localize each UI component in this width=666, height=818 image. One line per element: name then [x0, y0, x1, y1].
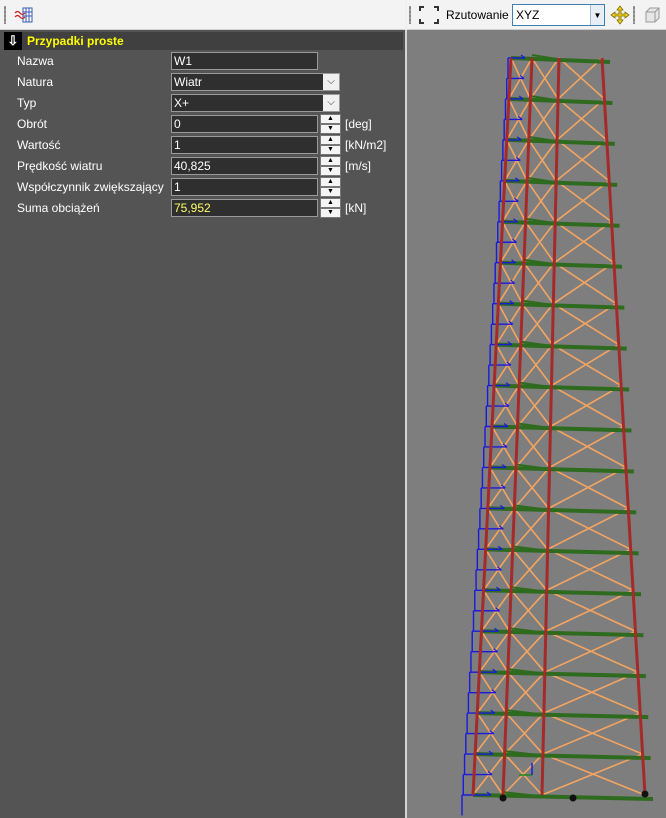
spin-up-icon[interactable]: ▲: [320, 198, 341, 208]
row-natura: Natura Wiatr ⌵: [0, 72, 405, 93]
nature-value: Wiatr: [174, 75, 202, 89]
beam-member: [498, 301, 625, 310]
row-label: Obrót: [17, 117, 48, 131]
main-toolbar: [0, 0, 405, 30]
selection-frame-icon[interactable]: [417, 3, 441, 27]
spin-up-icon[interactable]: ▲: [320, 135, 341, 145]
row-wspolczynnik: Współczynnik zwiększający 1 ▲ ▼: [0, 177, 405, 198]
view-toolbar-grip-2[interactable]: [633, 6, 635, 24]
spin-down-icon[interactable]: ▼: [320, 208, 341, 218]
row-label: Typ: [17, 96, 37, 110]
beam-member: [500, 260, 623, 269]
beam-member: [491, 424, 632, 433]
collapse-arrow-icon[interactable]: ⇩: [4, 32, 22, 50]
factor-spinner[interactable]: ▲ ▼: [320, 177, 341, 198]
beam-member: [496, 342, 627, 351]
row-label: Suma obciążeń: [17, 201, 100, 215]
row-nazwa: Nazwa W1: [0, 51, 405, 72]
unit-label: [kN/m2]: [345, 138, 387, 152]
row-suma: Suma obciążeń 75,952 ▲ ▼ [kN]: [0, 198, 405, 219]
wave-grid-icon[interactable]: [12, 3, 36, 27]
support-node: [641, 790, 649, 798]
properties-panel: ⇩ Przypadki proste Nazwa W1 Natura Wiatr…: [0, 30, 405, 818]
row-obrot: Obrót 0 ▲ ▼ [deg]: [0, 114, 405, 135]
beam-member: [485, 547, 639, 556]
row-predkosc: Prędkość wiatru 40,825 ▲ ▼ [m/s]: [0, 156, 405, 177]
support-node: [569, 794, 577, 802]
chevron-down-icon[interactable]: ⌵: [323, 74, 339, 90]
spin-up-icon[interactable]: ▲: [320, 177, 341, 187]
spin-up-icon[interactable]: ▲: [320, 156, 341, 166]
load-sum-spinner[interactable]: ▲ ▼: [320, 198, 341, 219]
projection-value: XYZ: [516, 8, 540, 22]
unit-label: [deg]: [345, 117, 372, 131]
view-toolbar: Rzutowanie XYZ ▼: [407, 0, 666, 30]
beam-member: [481, 629, 644, 638]
beam-member: [483, 588, 642, 597]
unit-label: [kN]: [345, 201, 367, 215]
spin-down-icon[interactable]: ▼: [320, 187, 341, 197]
beam-member: [487, 506, 637, 515]
support-node: [499, 794, 507, 802]
type-dropdown[interactable]: X+ ⌵: [171, 94, 340, 112]
toolbar-grip[interactable]: [4, 6, 6, 24]
spin-down-icon[interactable]: ▼: [320, 124, 341, 134]
load-sum-input[interactable]: 75,952: [171, 199, 318, 217]
row-label: Nazwa: [17, 54, 54, 68]
beam-member: [489, 465, 634, 474]
rotation-spinner[interactable]: ▲ ▼: [320, 114, 341, 135]
nature-dropdown[interactable]: Wiatr ⌵: [171, 73, 340, 91]
row-label: Wartość: [17, 138, 61, 152]
view-toolbar-grip[interactable]: [409, 6, 411, 24]
value-input[interactable]: 1: [171, 136, 318, 154]
section-header[interactable]: ⇩ Przypadki proste: [4, 32, 403, 50]
rotation-input[interactable]: 0: [171, 115, 318, 133]
spin-down-icon[interactable]: ▼: [320, 166, 341, 176]
beam-member: [504, 178, 618, 187]
unit-label: [m/s]: [345, 159, 371, 173]
wind-speed-spinner[interactable]: ▲ ▼: [320, 156, 341, 177]
row-wartosc: Wartość 1 ▲ ▼ [kN/m2]: [0, 135, 405, 156]
3d-box-icon[interactable]: [640, 3, 664, 27]
value-spinner[interactable]: ▲ ▼: [320, 135, 341, 156]
row-typ: Typ X+ ⌵: [0, 93, 405, 114]
factor-input[interactable]: 1: [171, 178, 318, 196]
beam-member: [494, 383, 630, 392]
spin-up-icon[interactable]: ▲: [320, 114, 341, 124]
projection-select[interactable]: XYZ ▼: [512, 4, 605, 26]
3d-viewport[interactable]: [407, 30, 666, 818]
chevron-down-icon[interactable]: ⌵: [323, 95, 339, 111]
row-label: Natura: [17, 75, 54, 89]
wind-speed-input[interactable]: 40,825: [171, 157, 318, 175]
beam-member: [502, 219, 620, 228]
section-title: Przypadki proste: [27, 34, 124, 48]
name-input[interactable]: W1: [171, 52, 318, 70]
projection-label: Rzutowanie: [446, 8, 509, 22]
chevron-down-icon[interactable]: ▼: [590, 5, 604, 25]
spin-down-icon[interactable]: ▼: [320, 145, 341, 155]
move-arrows-icon[interactable]: [608, 3, 632, 27]
type-value: X+: [174, 96, 190, 110]
row-label: Współczynnik zwiększający: [17, 180, 164, 194]
tower-model[interactable]: [407, 30, 666, 818]
row-label: Prędkość wiatru: [17, 159, 103, 173]
